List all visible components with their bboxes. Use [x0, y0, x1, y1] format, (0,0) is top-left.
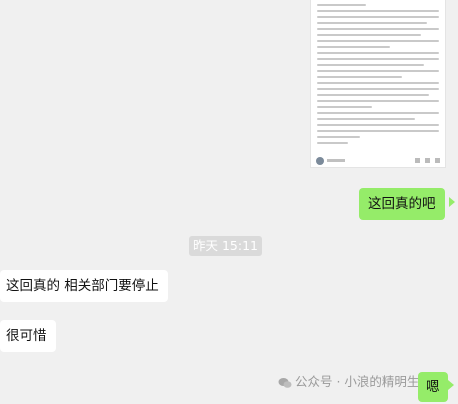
- comment-icon: [435, 158, 440, 163]
- bubble-tail-icon: [449, 197, 455, 207]
- timestamp-divider: 昨天 15:11: [189, 236, 262, 256]
- outgoing-message-bubble[interactable]: 嗯: [418, 372, 448, 402]
- message-text: 很可惜: [6, 328, 47, 344]
- screenshot-text-lines: [317, 4, 439, 147]
- watermark-text: 公众号 · 小浪的精明生: [295, 374, 420, 389]
- watermark: 公众号 · 小浪的精明生: [278, 374, 419, 390]
- avatar-icon: [316, 157, 324, 165]
- shared-screenshot-image[interactable]: [310, 0, 446, 168]
- screenshot-footer: [315, 152, 441, 165]
- message-text: 嗯: [426, 379, 440, 395]
- message-text: 这回真的 相关部门要停止: [6, 278, 159, 294]
- message-text: 这回真的吧: [368, 196, 436, 212]
- share-icon: [415, 158, 420, 163]
- bubble-tail-icon: [448, 380, 454, 390]
- incoming-message-bubble[interactable]: 这回真的 相关部门要停止: [0, 270, 168, 302]
- outgoing-message-bubble[interactable]: 这回真的吧: [359, 188, 445, 220]
- incoming-message-bubble[interactable]: 很可惜: [0, 320, 56, 352]
- wechat-icon: [278, 377, 292, 388]
- like-icon: [425, 158, 430, 163]
